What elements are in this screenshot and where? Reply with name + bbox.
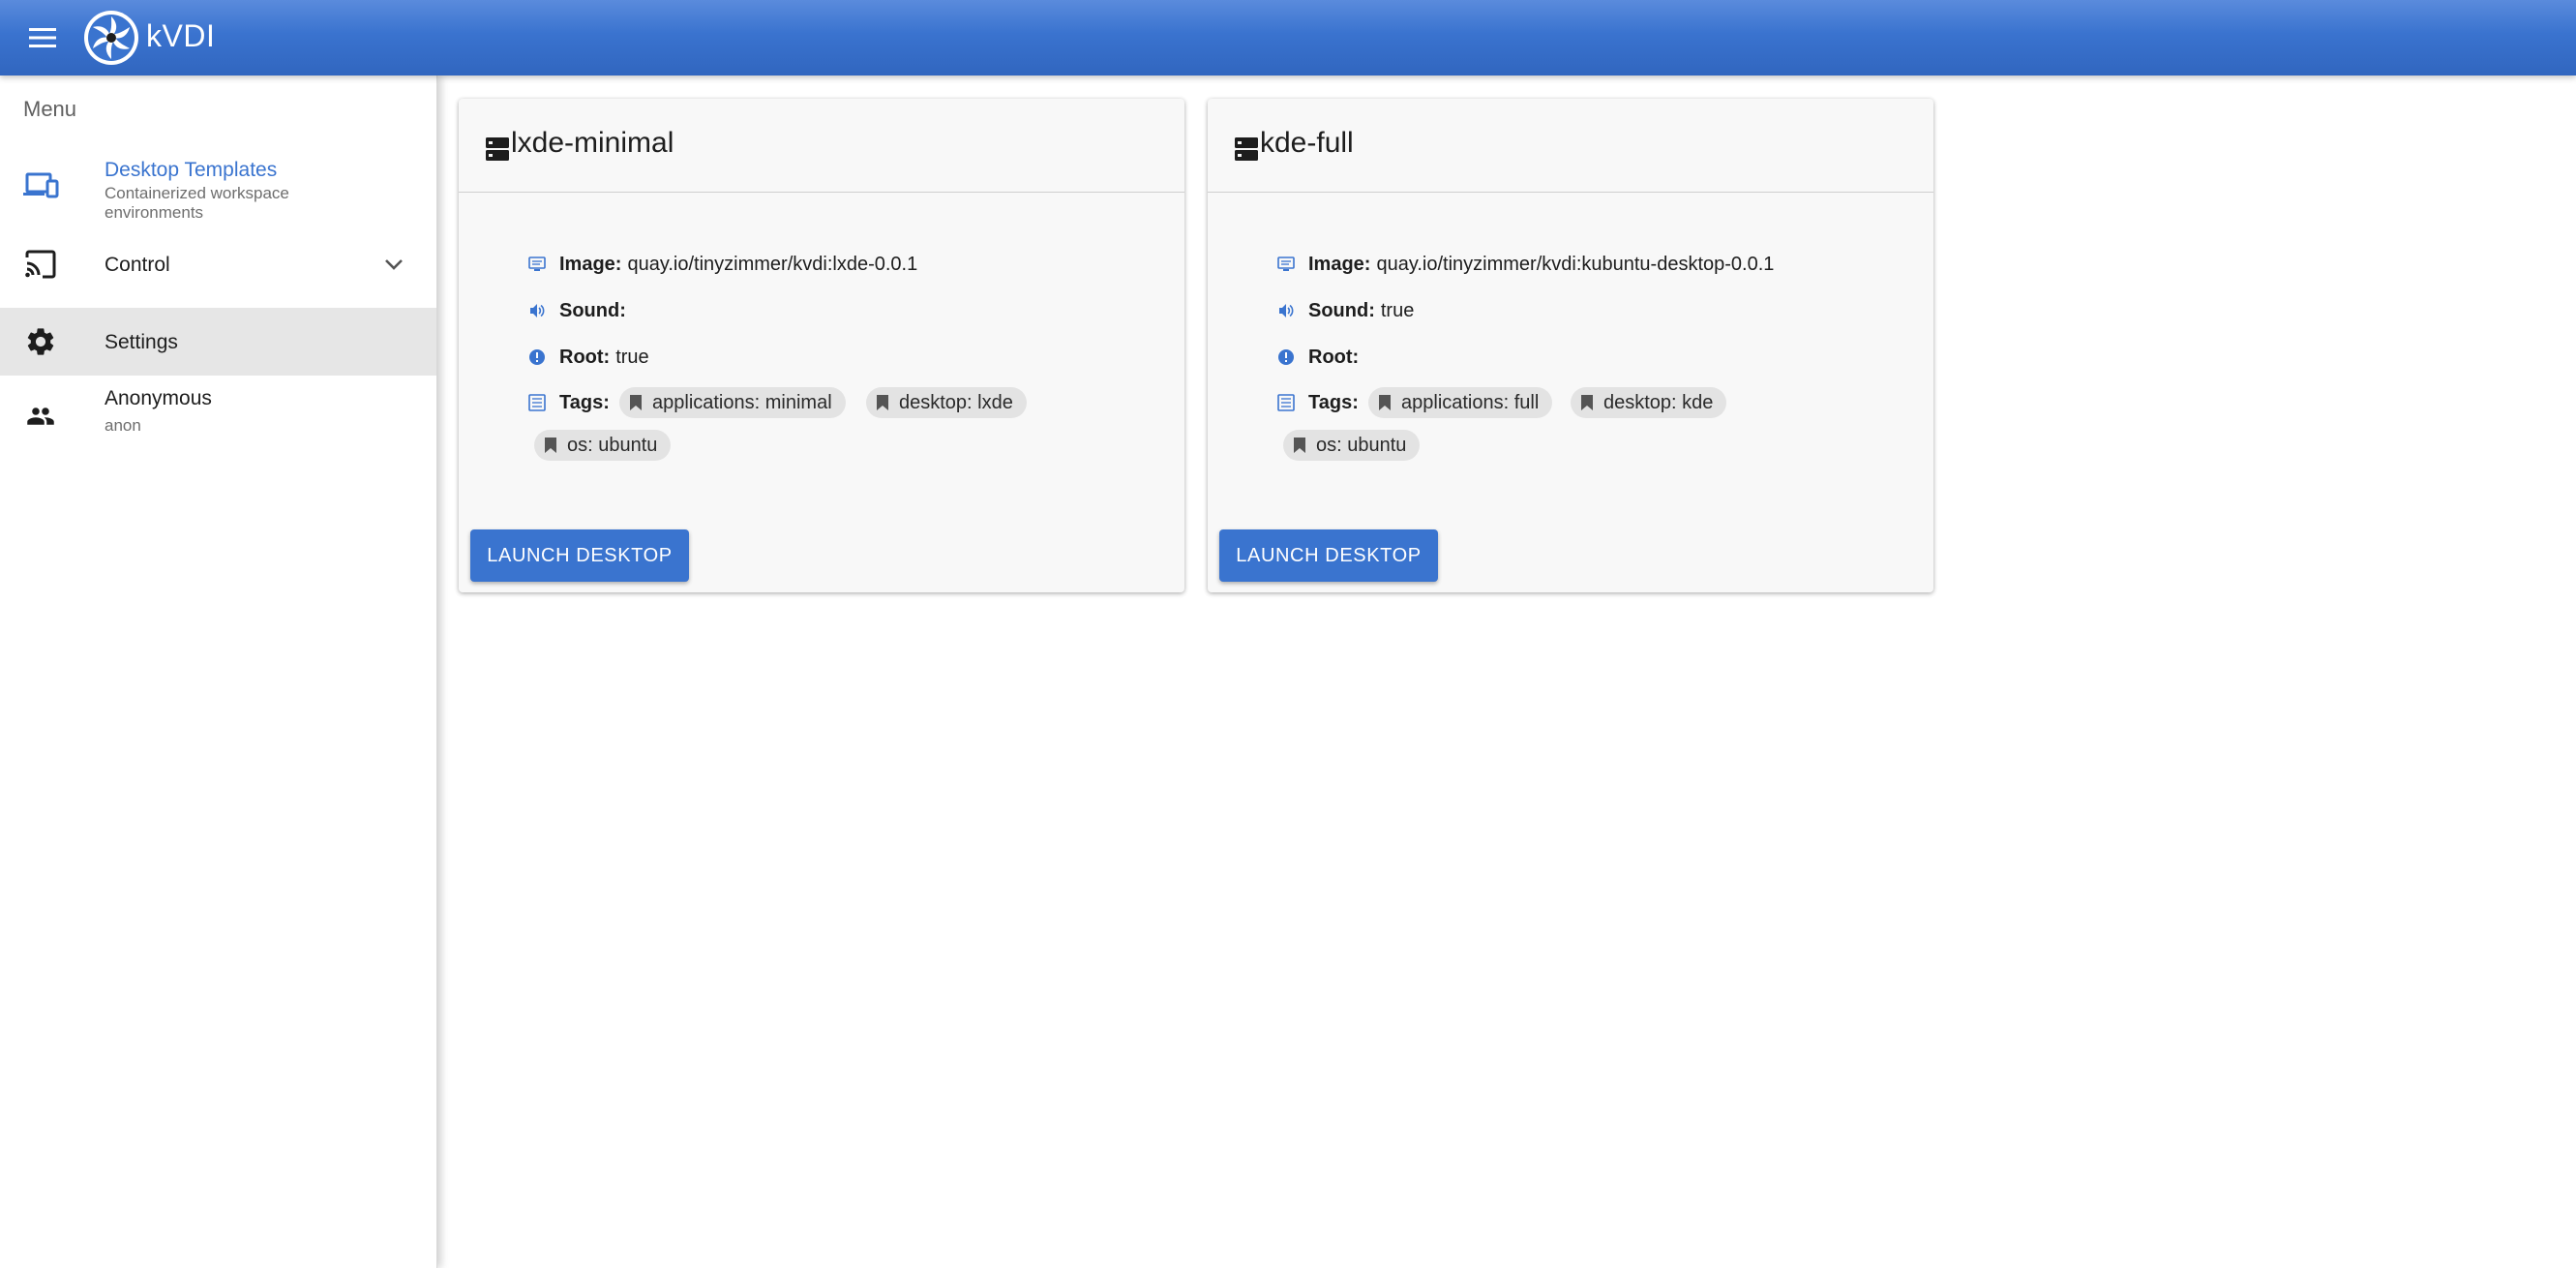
image-row: Image: quay.io/tinyzimmer/kvdi:kubuntu-d… <box>1277 250 1774 279</box>
bookmark-icon <box>1379 395 1391 410</box>
tag-text: os: ubuntu <box>1316 434 1407 456</box>
root-row: Root: true <box>528 343 649 372</box>
tag-chip: applications: minimal <box>619 387 846 418</box>
sound-label: Sound: <box>559 299 626 321</box>
tag-text: desktop: kde <box>1603 391 1714 413</box>
sound-label: Sound: <box>1308 299 1375 321</box>
image-value: quay.io/tinyzimmer/kvdi:kubuntu-desktop-… <box>1376 253 1775 275</box>
alert-circle-icon <box>528 348 546 366</box>
volume-icon <box>528 302 546 319</box>
sidebar-item-label: Settings <box>105 331 178 353</box>
server-icon <box>1235 137 1258 161</box>
image-value: quay.io/tinyzimmer/kvdi:lxde-0.0.1 <box>627 253 918 275</box>
bookmark-icon <box>1581 395 1593 410</box>
sidebar-item-label: Desktop Templates <box>105 159 278 181</box>
image-label: Image: <box>1308 253 1371 275</box>
tag-chip: desktop: kde <box>1571 387 1727 418</box>
tags-label: Tags: <box>559 391 610 413</box>
root-label: Root: <box>559 346 611 368</box>
sidebar-item-label: Anonymous <box>105 387 212 409</box>
users-icon <box>21 397 60 436</box>
gear-icon <box>21 322 60 361</box>
kvdi-logo-icon <box>83 10 139 66</box>
hamburger-menu-icon[interactable] <box>21 20 64 55</box>
sidebar-item-desktop-templates[interactable]: Desktop Templates Containerized workspac… <box>0 149 436 223</box>
tag-chip: applications: full <box>1368 387 1553 418</box>
sidebar-item-label: Control <box>105 254 170 276</box>
sidebar-item-sublabel: Containerized workspace environments <box>105 184 289 222</box>
sound-value: true <box>1380 299 1415 321</box>
root-label: Root: <box>1308 346 1360 368</box>
image-row: Image: quay.io/tinyzimmer/kvdi:lxde-0.0.… <box>528 250 917 279</box>
tag-text: applications: minimal <box>652 391 832 413</box>
sidebar-item-user[interactable]: Anonymous anon <box>0 381 436 449</box>
image-icon <box>1277 256 1295 273</box>
image-icon <box>528 256 546 273</box>
tag-text: applications: full <box>1401 391 1540 413</box>
tags-label: Tags: <box>1308 391 1359 413</box>
bookmark-icon <box>1294 438 1305 453</box>
tag-list-icon <box>1277 394 1295 411</box>
tag-chip: desktop: lxde <box>866 387 1027 418</box>
sidebar-item-control[interactable]: Control <box>0 235 436 293</box>
volume-icon <box>1277 302 1295 319</box>
image-label: Image: <box>559 253 622 275</box>
top-app-bar: kVDI <box>0 0 2576 75</box>
devices-icon <box>21 166 60 205</box>
bookmark-icon <box>630 395 642 410</box>
card-header: kde-full <box>1208 99 1933 193</box>
tags-row: Tags: <box>528 388 615 417</box>
sidebar: Menu Desktop Templates Containerized wor… <box>0 75 437 1268</box>
sound-row: Sound: <box>528 296 632 325</box>
tag-chip: os: ubuntu <box>534 430 672 461</box>
sound-row: Sound: true <box>1277 296 1414 325</box>
bookmark-icon <box>877 395 888 410</box>
sidebar-item-settings[interactable]: Settings <box>0 308 436 376</box>
alert-circle-icon <box>1277 348 1295 366</box>
sidebar-item-sublabel: anon <box>105 416 141 435</box>
tags-row: Tags: <box>1277 388 1364 417</box>
tag-text: os: ubuntu <box>567 434 658 456</box>
launch-desktop-button[interactable]: LAUNCH DESKTOP <box>470 529 689 582</box>
tag-chip: os: ubuntu <box>1283 430 1421 461</box>
launch-desktop-button[interactable]: LAUNCH DESKTOP <box>1219 529 1438 582</box>
app-title: kVDI <box>146 18 216 53</box>
tag-text: desktop: lxde <box>899 391 1013 413</box>
cast-icon <box>21 245 60 284</box>
card-header: lxde-minimal <box>459 99 1184 193</box>
menu-header: Menu <box>23 97 77 121</box>
bookmark-icon <box>545 438 556 453</box>
tag-list-icon <box>528 394 546 411</box>
chevron-down-icon[interactable] <box>380 251 407 278</box>
root-value: true <box>615 346 649 368</box>
card-title: lxde-minimal <box>511 127 674 159</box>
server-icon <box>486 137 509 161</box>
card-title: kde-full <box>1260 127 1354 159</box>
root-row: Root: <box>1277 343 1364 372</box>
